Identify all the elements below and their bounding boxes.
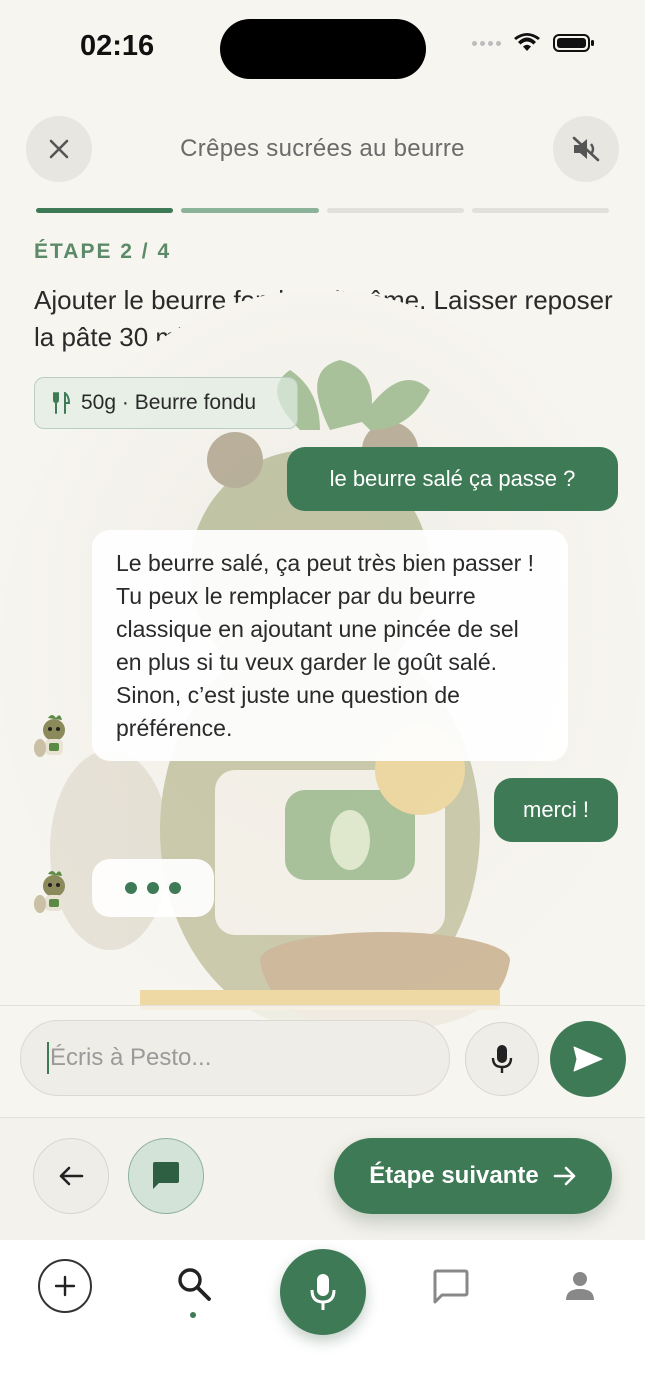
profile-icon (566, 1272, 594, 1300)
tab-chat[interactable] (430, 1266, 472, 1308)
arrow-right-icon (553, 1166, 576, 1186)
status-time: 02:16 (80, 30, 155, 62)
message-text: le beurre salé ça passe ? (329, 466, 576, 491)
message-text: merci ! (523, 797, 589, 822)
send-icon (573, 1046, 603, 1072)
volume-mute-icon (572, 136, 600, 162)
next-step-button[interactable]: Étape suivante (334, 1138, 612, 1214)
signal-icon (472, 40, 501, 46)
wifi-icon (514, 33, 540, 51)
step-progress (36, 208, 609, 213)
mic-icon (491, 1045, 513, 1073)
progress-segment (181, 208, 319, 213)
battery-icon (553, 34, 594, 52)
ingredient-label: 50g · Beurre fondu (81, 391, 257, 414)
recipe-title: Crêpes sucrées au beurre (180, 135, 465, 162)
next-step-label: Étape suivante (369, 1162, 539, 1189)
fork-knife-icon (53, 392, 71, 414)
progress-segment (471, 208, 609, 213)
chat-message-user: merci ! (494, 778, 618, 842)
pesto-avatar (34, 715, 65, 757)
typing-indicator (92, 859, 214, 917)
text-caret (47, 1042, 49, 1074)
chat-icon (433, 1269, 469, 1304)
tab-profile[interactable] (560, 1266, 600, 1306)
search-icon (178, 1268, 211, 1301)
previous-step-button[interactable] (33, 1138, 109, 1214)
chat-message-assistant: Le beurre salé, ça peut très bien passer… (92, 530, 568, 761)
send-button[interactable] (550, 1021, 626, 1097)
voice-assistant-button[interactable] (280, 1249, 366, 1335)
voice-input-button[interactable] (465, 1022, 539, 1096)
chat-bubble-icon (153, 1162, 179, 1189)
ingredient-chip: 50g · Beurre fondu (34, 377, 298, 429)
active-tab-indicator (190, 1312, 196, 1318)
divider (0, 1117, 645, 1118)
mic-icon (310, 1274, 336, 1310)
message-input-placeholder: Écris à Pesto... (50, 1044, 212, 1071)
status-icons (472, 33, 595, 53)
dynamic-island (220, 19, 426, 79)
step-label: ÉTAPE 2 / 4 (34, 240, 172, 263)
tab-add[interactable] (38, 1259, 92, 1313)
typing-dots (125, 882, 181, 894)
divider (0, 1005, 645, 1006)
message-input[interactable]: Écris à Pesto... (20, 1020, 450, 1096)
progress-segment (36, 208, 174, 213)
tab-search[interactable] (172, 1262, 216, 1306)
chat-message-user: le beurre salé ça passe ? (287, 447, 618, 511)
pesto-avatar (34, 871, 65, 913)
add-icon (54, 1275, 76, 1297)
progress-segment (326, 208, 464, 213)
message-text: Le beurre salé, ça peut très bien passer… (116, 550, 535, 741)
mute-button[interactable] (553, 116, 619, 182)
chat-toggle-button[interactable] (128, 1138, 204, 1214)
arrow-left-icon (59, 1166, 84, 1186)
